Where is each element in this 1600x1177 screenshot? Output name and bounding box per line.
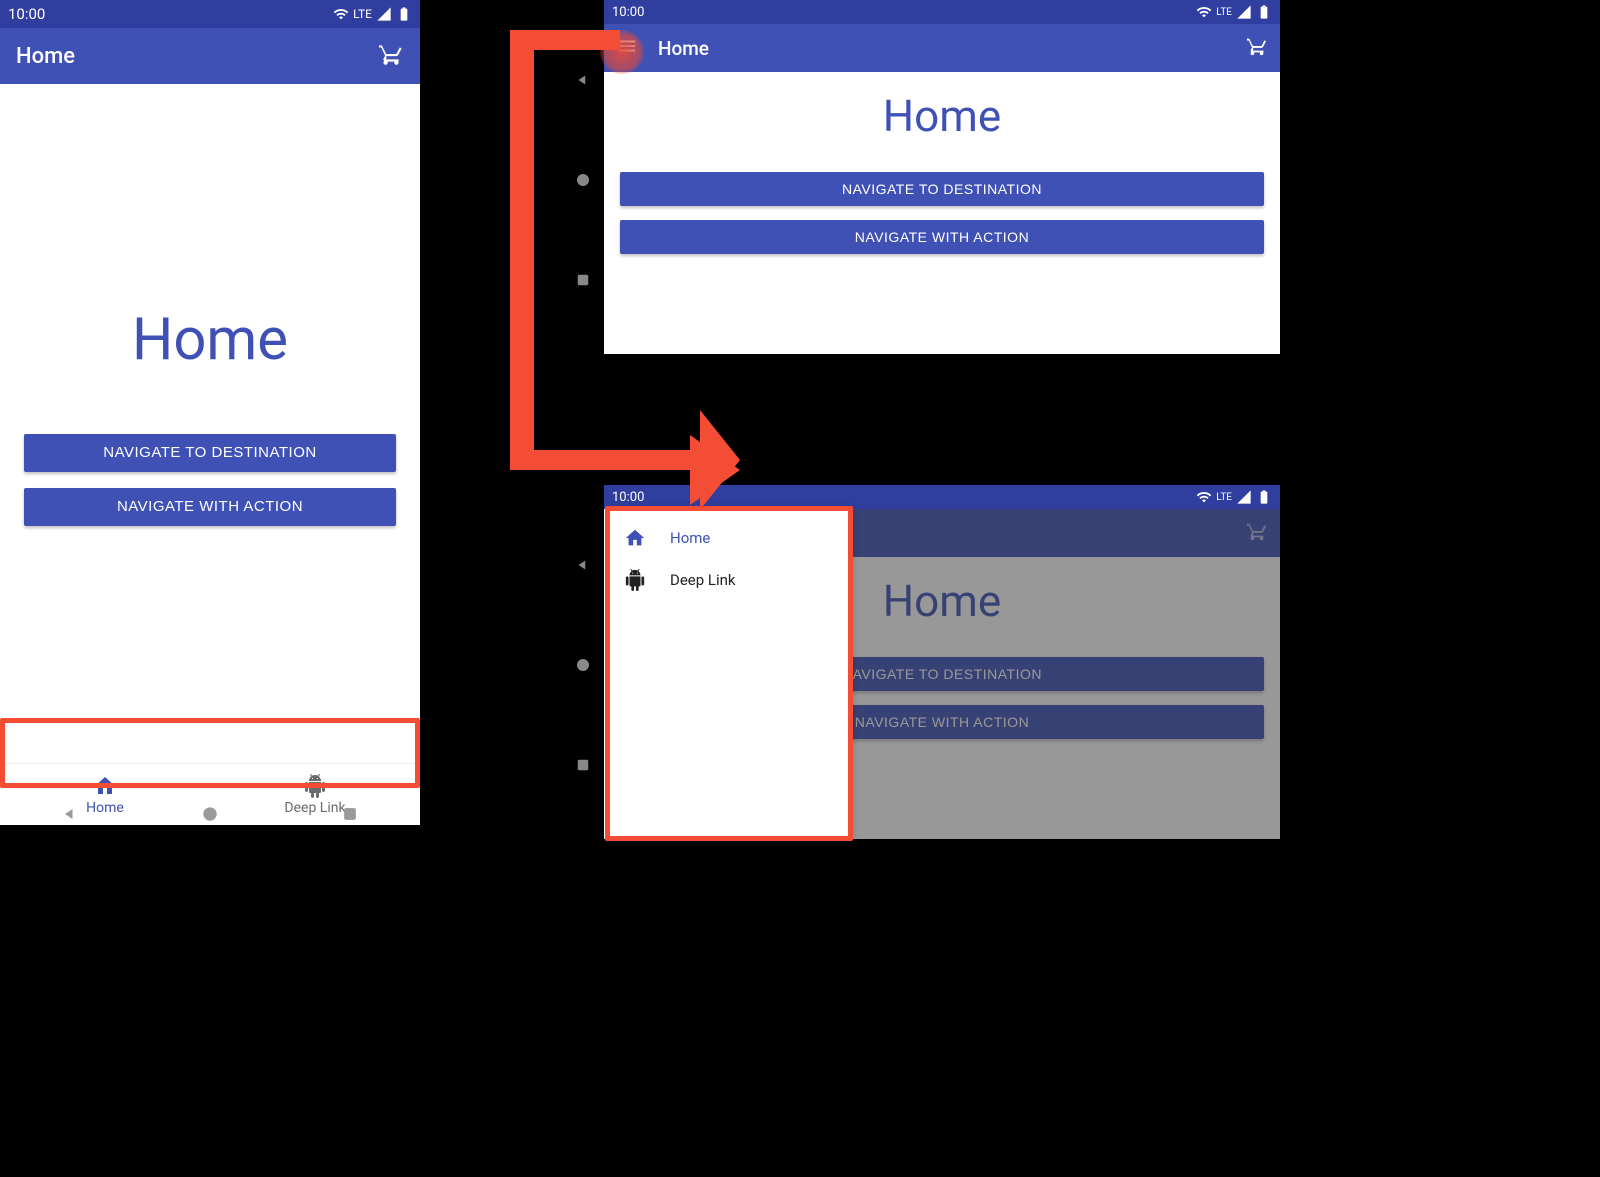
home-circle-icon[interactable] bbox=[574, 656, 592, 674]
status-bar: 10:00 LTE bbox=[604, 0, 1280, 24]
status-time: 10:00 bbox=[8, 5, 45, 23]
phone-portrait-device: 10:00 LTE Home Home NAVIGATE TO DESTINAT… bbox=[0, 0, 420, 825]
page-heading: Home bbox=[883, 90, 1001, 142]
phone-content: Home NAVIGATE TO DESTINATION NAVIGATE WI… bbox=[0, 84, 420, 763]
network-label: LTE bbox=[1216, 492, 1232, 503]
status-bar: 10:00 LTE bbox=[0, 0, 420, 28]
cart-icon[interactable] bbox=[1246, 35, 1268, 61]
cart-icon[interactable] bbox=[378, 41, 404, 71]
battery-icon bbox=[396, 6, 412, 22]
navigate-destination-button[interactable]: NAVIGATE TO DESTINATION bbox=[24, 434, 396, 472]
overview-icon[interactable] bbox=[574, 756, 592, 774]
app-bar-title: Home bbox=[658, 37, 709, 60]
overview-icon[interactable] bbox=[574, 271, 592, 289]
home-circle-icon[interactable] bbox=[200, 804, 220, 824]
status-time: 10:00 bbox=[612, 5, 644, 20]
battery-icon bbox=[1256, 489, 1272, 505]
highlight-drawer bbox=[605, 506, 853, 841]
back-icon[interactable] bbox=[574, 556, 592, 574]
navigate-destination-button[interactable]: NAVIGATE TO DESTINATION bbox=[620, 172, 1264, 206]
tablet-landscape-closed: 10:00 LTE Home Home NAVIGATE TO DESTINAT… bbox=[604, 0, 1280, 354]
status-time: 10:00 bbox=[612, 490, 644, 505]
signal-icon bbox=[376, 6, 392, 22]
overview-icon[interactable] bbox=[340, 804, 360, 824]
highlight-bottom-nav bbox=[0, 718, 420, 788]
wifi-icon bbox=[1196, 4, 1212, 20]
home-circle-icon[interactable] bbox=[574, 171, 592, 189]
back-icon[interactable] bbox=[60, 804, 80, 824]
status-icons: LTE bbox=[1196, 4, 1272, 20]
app-bar: Home bbox=[0, 28, 420, 84]
network-label: LTE bbox=[353, 7, 372, 21]
wifi-icon bbox=[1196, 489, 1212, 505]
page-heading: Home bbox=[132, 306, 288, 374]
back-icon[interactable] bbox=[574, 71, 592, 89]
system-navigation-bar-landscape bbox=[565, 515, 601, 815]
signal-icon bbox=[1236, 489, 1252, 505]
navigate-action-button[interactable]: NAVIGATE WITH ACTION bbox=[620, 220, 1264, 254]
system-navigation-bar bbox=[0, 790, 420, 838]
battery-icon bbox=[1256, 4, 1272, 20]
status-icons: LTE bbox=[333, 6, 412, 22]
navigate-action-button[interactable]: NAVIGATE WITH ACTION bbox=[24, 488, 396, 526]
signal-icon bbox=[1236, 4, 1252, 20]
hamburger-icon[interactable] bbox=[616, 35, 638, 61]
wifi-icon bbox=[333, 6, 349, 22]
app-bar: Home bbox=[604, 24, 1280, 72]
system-navigation-bar-landscape bbox=[565, 30, 601, 330]
status-icons: LTE bbox=[1196, 489, 1272, 505]
network-label: LTE bbox=[1216, 7, 1232, 18]
app-bar-title: Home bbox=[16, 44, 75, 69]
tablet-content: Home NAVIGATE TO DESTINATION NAVIGATE WI… bbox=[604, 72, 1280, 354]
